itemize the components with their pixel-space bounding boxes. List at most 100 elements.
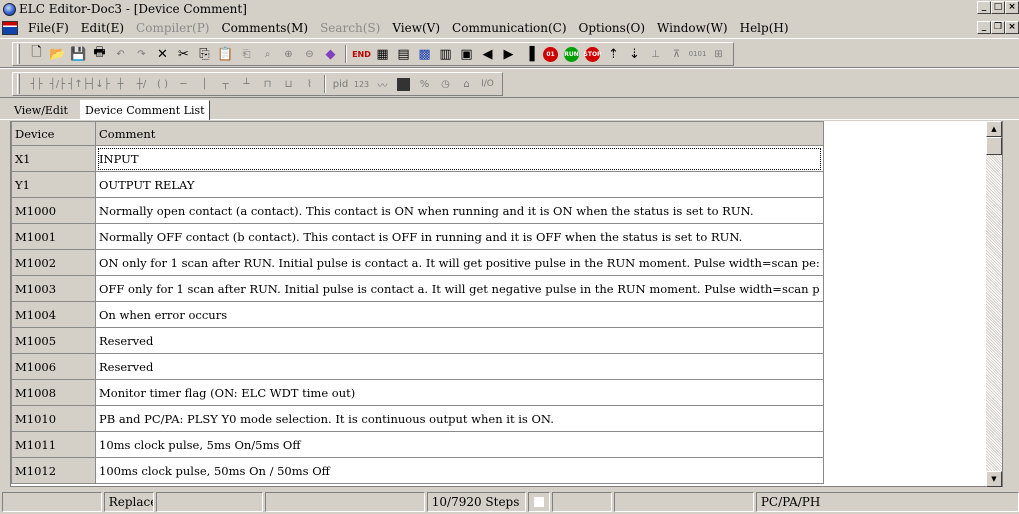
device-cell[interactable]: M1012 [11, 457, 96, 484]
device-table-icon[interactable]: ▣ [457, 45, 476, 63]
zoom-in-icon[interactable]: ⊕ [279, 45, 298, 63]
find-icon[interactable]: ⌕ [258, 45, 277, 63]
download-icon[interactable]: ⇣ [625, 45, 644, 63]
ladder-special-icon[interactable]: ⌇ [300, 75, 319, 93]
percent-icon[interactable]: % [415, 75, 434, 93]
binary-icon[interactable]: 0101 [688, 45, 707, 63]
doc-restore-button[interactable]: ❐ [991, 21, 1005, 34]
menu-comments[interactable]: Comments(M) [215, 21, 314, 35]
comment-cell[interactable]: OFF only for 1 scan after RUN. Initial p… [95, 275, 824, 302]
instruction-mode-icon[interactable]: ▤ [394, 45, 413, 63]
f8-line-icon[interactable]: ─ [174, 75, 193, 93]
undo-icon[interactable]: ↶ [111, 45, 130, 63]
scroll-up-icon[interactable]: ▲ [986, 121, 1002, 137]
device-cell[interactable]: M1005 [11, 327, 96, 354]
upload-icon[interactable]: ⇡ [604, 45, 623, 63]
waveform-icon[interactable]: 〰 [373, 75, 392, 93]
comment-cell[interactable]: On when error occurs [95, 301, 824, 328]
open-folder-icon[interactable]: 📂 [48, 45, 67, 63]
device-cell[interactable]: M1004 [11, 301, 96, 328]
table-row[interactable]: M1004 On when error occurs [11, 301, 824, 328]
device-cell[interactable]: M1006 [11, 353, 96, 380]
redo-icon[interactable]: ↷ [132, 45, 151, 63]
ladder-mode-icon[interactable]: ▦ [373, 45, 392, 63]
comment-cell[interactable]: Reserved [95, 327, 824, 354]
monitor-icon[interactable]: 01 [541, 45, 560, 63]
device-cell[interactable]: M1011 [11, 431, 96, 458]
table-row[interactable]: M1011 10ms clock pulse, 5ms On/5ms Off [11, 431, 824, 458]
device-cell[interactable]: M1002 [11, 249, 96, 276]
rise-icon[interactable]: ⊓ [258, 75, 277, 93]
f11-inverse-icon[interactable]: ┬ [216, 75, 235, 93]
verify-icon[interactable]: ▐ [520, 45, 539, 63]
device-cell[interactable]: M1000 [11, 197, 96, 224]
copy-icon[interactable]: ⎘ [195, 45, 214, 63]
toolbar-grip[interactable] [17, 44, 20, 64]
table-row[interactable]: M1006 Reserved [11, 353, 824, 380]
menu-file[interactable]: File(F) [22, 21, 75, 35]
comment-cell[interactable]: INPUT [95, 145, 824, 172]
close-button[interactable]: × [1005, 1, 1019, 14]
cut-icon[interactable]: ✂ [174, 45, 193, 63]
f6-contact-icon[interactable]: ┼/ [132, 75, 151, 93]
menu-help[interactable]: Help(H) [734, 21, 795, 35]
comment-cell[interactable]: Normally OFF contact (b contact). This c… [95, 223, 824, 250]
device-cell[interactable]: M1008 [11, 379, 96, 406]
menu-view[interactable]: View(V) [386, 21, 446, 35]
paste-special-icon[interactable]: ⎗ [237, 45, 256, 63]
clock-icon[interactable]: ◷ [436, 75, 455, 93]
device-cell[interactable]: M1003 [11, 275, 96, 302]
save-icon[interactable]: 💾 [69, 45, 88, 63]
delete-icon[interactable]: ✕ [153, 45, 172, 63]
device-cell[interactable]: M1010 [11, 405, 96, 432]
table-row[interactable]: M1005 Reserved [11, 327, 824, 354]
toolbar-grip[interactable] [17, 74, 20, 94]
table-row[interactable]: Y1 OUTPUT RELAY [11, 171, 824, 198]
table-row[interactable]: M1000 Normally open contact (a contact).… [11, 197, 824, 224]
comment-cell[interactable]: 100ms clock pulse, 50ms On / 50ms Off [95, 457, 824, 484]
fall-icon[interactable]: ⊔ [279, 75, 298, 93]
io-icon[interactable]: I/O [478, 75, 497, 93]
device-cell[interactable]: M1001 [11, 223, 96, 250]
f12-function-icon[interactable]: ┴ [237, 75, 256, 93]
new-file-icon[interactable]: 🗋 [27, 45, 46, 63]
table-row[interactable]: M1010 PB and PC/PA: PLSY Y0 mode selecti… [11, 405, 824, 432]
table-row[interactable]: M1001 Normally OFF contact (b contact). … [11, 223, 824, 250]
comment-cell[interactable]: Monitor timer flag (ON: ELC WDT time out… [95, 379, 824, 406]
f7-coil-icon[interactable]: ( ) [153, 75, 172, 93]
contact-icon[interactable]: ⊥ [646, 45, 665, 63]
menu-options[interactable]: Options(O) [573, 21, 652, 35]
scroll-thumb[interactable] [986, 137, 1002, 155]
table-row[interactable]: M1008 Monitor timer flag (ON: ELC WDT ti… [11, 379, 824, 406]
f9-vline-icon[interactable]: │ [195, 75, 214, 93]
settings-icon[interactable]: ◆ [321, 45, 340, 63]
table-row[interactable]: M1002 ON only for 1 scan after RUN. Init… [11, 249, 824, 276]
vertical-scrollbar[interactable]: ▲ ▼ [986, 121, 1002, 487]
comment-cell[interactable]: PB and PC/PA: PLSY Y0 mode selection. It… [95, 405, 824, 432]
minimize-button[interactable]: _ [977, 1, 991, 14]
comment-cell[interactable]: OUTPUT RELAY [95, 171, 824, 198]
run-icon[interactable]: RUN [562, 45, 581, 63]
f1-contact-icon[interactable]: ┤├ [27, 75, 46, 93]
comment-cell[interactable]: 10ms clock pulse, 5ms On/5ms Off [95, 431, 824, 458]
device-cell[interactable]: Y1 [11, 171, 96, 198]
f5-contact-icon[interactable]: ┼ [111, 75, 130, 93]
f2-contact-icon[interactable]: ┤/├ [48, 75, 67, 93]
menu-search[interactable]: Search(S) [314, 21, 386, 35]
app-icon[interactable] [3, 2, 16, 16]
doc-close-button[interactable]: × [1005, 21, 1019, 34]
tab-view-edit[interactable]: View/Edit [10, 102, 72, 120]
column-header-device[interactable]: Device [11, 121, 96, 146]
table-row[interactable]: X1 INPUT [11, 145, 824, 172]
compare-icon[interactable]: ⊼ [667, 45, 686, 63]
stop-icon[interactable]: STOP [583, 45, 602, 63]
block-icon[interactable] [394, 75, 413, 93]
menu-window[interactable]: Window(W) [651, 21, 734, 35]
comment-cell[interactable]: ON only for 1 scan after RUN. Initial pu… [95, 249, 824, 276]
library-icon[interactable]: ⌂ [457, 75, 476, 93]
comment-cell[interactable]: Reserved [95, 353, 824, 380]
device-cell[interactable]: X1 [11, 145, 96, 172]
document-icon[interactable] [2, 21, 18, 35]
menu-communication[interactable]: Communication(C) [446, 21, 573, 35]
paste-icon[interactable]: 📋 [216, 45, 235, 63]
